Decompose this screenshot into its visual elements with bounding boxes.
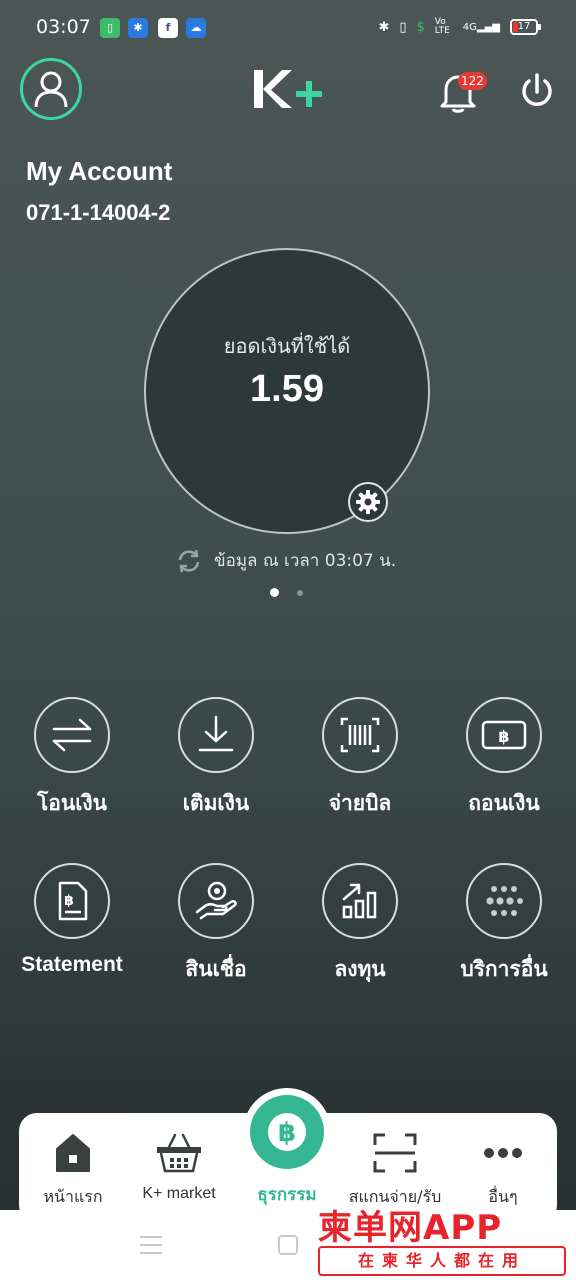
service-label: สินเชื่อ xyxy=(185,957,247,981)
watermark: 柬单网APP 在柬华人都在用 xyxy=(318,1200,570,1278)
cloud-app-icon: ☁ xyxy=(186,18,206,38)
nav-home[interactable]: หน้าแรก xyxy=(23,1131,123,1210)
bluetooth-icon: ✱ xyxy=(378,19,390,35)
topup-icon xyxy=(198,715,234,752)
watermark-subtitle: 在柬华人都在用 xyxy=(318,1246,566,1276)
balance-card[interactable]: ยอดเงินที่ใช้ได้ 1.59 xyxy=(144,248,430,534)
service-label: จ่ายบิล xyxy=(328,791,392,815)
watermark-title: 柬单网APP xyxy=(318,1208,503,1248)
nav-more[interactable]: อื่นๆ xyxy=(453,1131,553,1210)
balance-settings-button[interactable] xyxy=(348,482,388,522)
page-dot-active xyxy=(270,588,279,597)
baht-icon: ฿ xyxy=(268,1113,306,1151)
signal-icon: 4G▂▄▆ xyxy=(462,21,500,33)
network-type: 4G xyxy=(462,21,477,33)
page-dot xyxy=(297,589,303,596)
page-indicator xyxy=(270,588,303,597)
withdraw-icon: ฿ xyxy=(481,720,527,750)
service-label: Statement xyxy=(21,953,123,976)
nav-label: หน้าแรก xyxy=(43,1187,103,1206)
home-system-button[interactable] xyxy=(278,1235,298,1255)
nav-market[interactable]: K+ market xyxy=(129,1131,229,1203)
battery-level: 17 xyxy=(517,21,531,32)
more-icon xyxy=(484,1148,522,1158)
profile-button[interactable] xyxy=(20,58,82,120)
basket-icon xyxy=(157,1133,201,1173)
app-notification-icon: ▯ xyxy=(100,18,120,38)
scan-icon xyxy=(373,1133,417,1173)
status-right: ✱ ▯ $ Vo LTE 4G▂▄▆ 17 xyxy=(378,17,541,36)
account-number[interactable]: 071-1-14004-2 xyxy=(26,200,170,226)
loan-icon xyxy=(195,881,237,920)
status-time: 03:07 xyxy=(36,16,91,38)
invest-icon xyxy=(342,883,377,919)
service-label: โอนเงิน xyxy=(36,791,108,815)
svg-text:฿: ฿ xyxy=(498,727,509,746)
service-transfer[interactable]: โอนเงิน xyxy=(2,697,142,820)
logout-button[interactable] xyxy=(516,70,558,112)
service-label: เติมเงิน xyxy=(182,791,250,815)
recent-apps-button[interactable] xyxy=(140,1236,162,1254)
nav-transactions-button[interactable]: ฿ xyxy=(243,1088,331,1176)
service-invest[interactable]: ลงทุน xyxy=(290,863,430,986)
statement-icon: ฿ xyxy=(58,881,88,921)
service-loan[interactable]: สินเชื่อ xyxy=(146,863,286,986)
account-title: My Account xyxy=(26,156,173,186)
service-statement[interactable]: ฿ Statement xyxy=(2,863,142,977)
service-topup[interactable]: เติมเงิน xyxy=(146,697,286,820)
volte-icon: Vo LTE xyxy=(434,17,450,36)
more-services-icon xyxy=(486,886,523,916)
bluetooth-notification-icon: ✱ xyxy=(128,18,148,38)
balance-value: 1.59 xyxy=(250,368,324,410)
service-other[interactable]: บริการอื่น xyxy=(434,863,574,986)
refresh-icon[interactable] xyxy=(176,548,202,574)
svg-text:฿: ฿ xyxy=(64,893,74,909)
transfer-icon xyxy=(52,718,92,752)
service-billpay[interactable]: จ่ายบิล xyxy=(290,697,430,820)
kplus-logo xyxy=(250,64,330,114)
nav-scan[interactable]: สแกนจ่าย/รับ xyxy=(345,1131,445,1210)
user-icon xyxy=(34,71,68,108)
vibrate-icon: ▯ xyxy=(399,19,407,35)
shield-icon: $ xyxy=(416,19,425,35)
power-icon xyxy=(522,73,552,106)
service-withdraw[interactable]: ฿ ถอนเงิน xyxy=(434,697,574,820)
balance-label: ยอดเงินที่ใช้ได้ xyxy=(223,334,351,358)
gear-icon xyxy=(356,490,380,514)
notification-badge: 122 xyxy=(458,72,487,90)
facebook-icon: f xyxy=(158,18,178,38)
service-label: ลงทุน xyxy=(334,957,386,981)
battery-icon: 17 xyxy=(510,19,541,35)
service-label: บริการอื่น xyxy=(460,957,548,981)
barcode-icon xyxy=(340,717,380,753)
home-icon xyxy=(56,1134,90,1172)
nav-label: K+ market xyxy=(142,1185,216,1202)
balance-updated-text: ข้อมูล ณ เวลา 03:07 น. xyxy=(214,551,397,571)
status-bar: 03:07 ▯ ✱ f ☁ ✱ ▯ $ Vo LTE 4G▂▄▆ 17 xyxy=(0,0,576,56)
service-label: ถอนเงิน xyxy=(468,791,540,815)
svg-text:฿: ฿ xyxy=(278,1118,296,1148)
balance-updated-row[interactable]: ข้อมูล ณ เวลา 03:07 น. xyxy=(176,547,396,574)
